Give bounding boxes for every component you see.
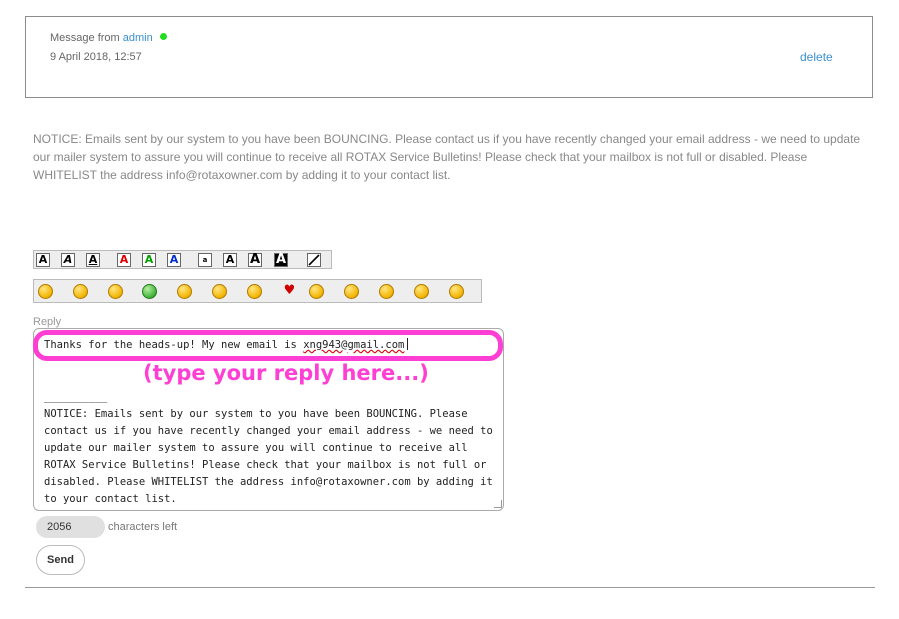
message-header-box: Message from admin 9 April 2018, 12:57 d… [25,16,873,98]
grin-emoji-icon[interactable] [344,284,359,299]
red-text-icon[interactable]: A [117,253,131,267]
resize-grip-icon[interactable] [494,500,502,508]
emoji-toolbar: ♥ [33,279,482,303]
reply-label: Reply [33,316,62,328]
reply-hint-overlay: (type your reply here...) [143,361,429,385]
divider [25,587,875,588]
text-caret [407,338,409,350]
online-status-icon [159,33,167,40]
send-button[interactable]: Send [36,545,85,575]
blue-text-icon[interactable]: A [167,253,181,267]
underline-a-icon[interactable]: A [86,253,100,267]
message-from: Message from admin [50,32,167,44]
shock-emoji-icon[interactable] [379,284,394,299]
bold-a-icon[interactable]: A [36,253,50,267]
confused-emoji-icon[interactable] [449,284,464,299]
italic-a-icon[interactable]: A [61,253,75,267]
notice-text: NOTICE: Emails sent by our system to you… [33,132,861,182]
wink-emoji-icon[interactable] [414,284,429,299]
smile-emoji-icon[interactable] [38,284,53,299]
characters-left-counter: 2056 [36,516,105,538]
quote-separator: __________ [44,391,108,403]
sender-link[interactable]: admin [123,32,153,44]
typed-text: Thanks for the heads-up! My new email is [44,339,304,351]
characters-left-label: characters left [108,521,178,533]
tiny-text-icon[interactable]: a [198,253,212,267]
strike-slash-icon[interactable] [307,253,321,267]
tongue-emoji-icon[interactable] [108,284,123,299]
reply-typed-line[interactable]: Thanks for the heads-up! My new email is… [44,338,409,351]
typed-email: xng943@gmail.com [303,339,405,351]
message-date: 9 April 2018, 12:57 [50,51,142,63]
heart-icon[interactable]: ♥ [282,284,297,299]
quoted-notice-text: NOTICE: Emails sent by our system to you… [44,408,493,505]
format-toolbar: AAAAAAaAAA [33,250,332,269]
sick-emoji-icon[interactable] [142,284,157,299]
green-text-icon[interactable]: A [142,253,156,267]
delete-link[interactable]: delete [800,50,833,64]
large-text-icon[interactable]: A [248,253,262,267]
cool-emoji-icon[interactable] [247,284,262,299]
angry-emoji-icon[interactable] [177,284,192,299]
sad-emoji-icon[interactable] [73,284,88,299]
surprised-emoji-icon[interactable] [212,284,227,299]
kiss-emoji-icon[interactable] [309,284,324,299]
huge-text-icon[interactable]: A [274,253,288,267]
small-text-icon[interactable]: A [223,253,237,267]
quoted-notice: __________ NOTICE: Emails sent by our sy… [44,389,499,508]
from-prefix: Message from [50,32,120,44]
